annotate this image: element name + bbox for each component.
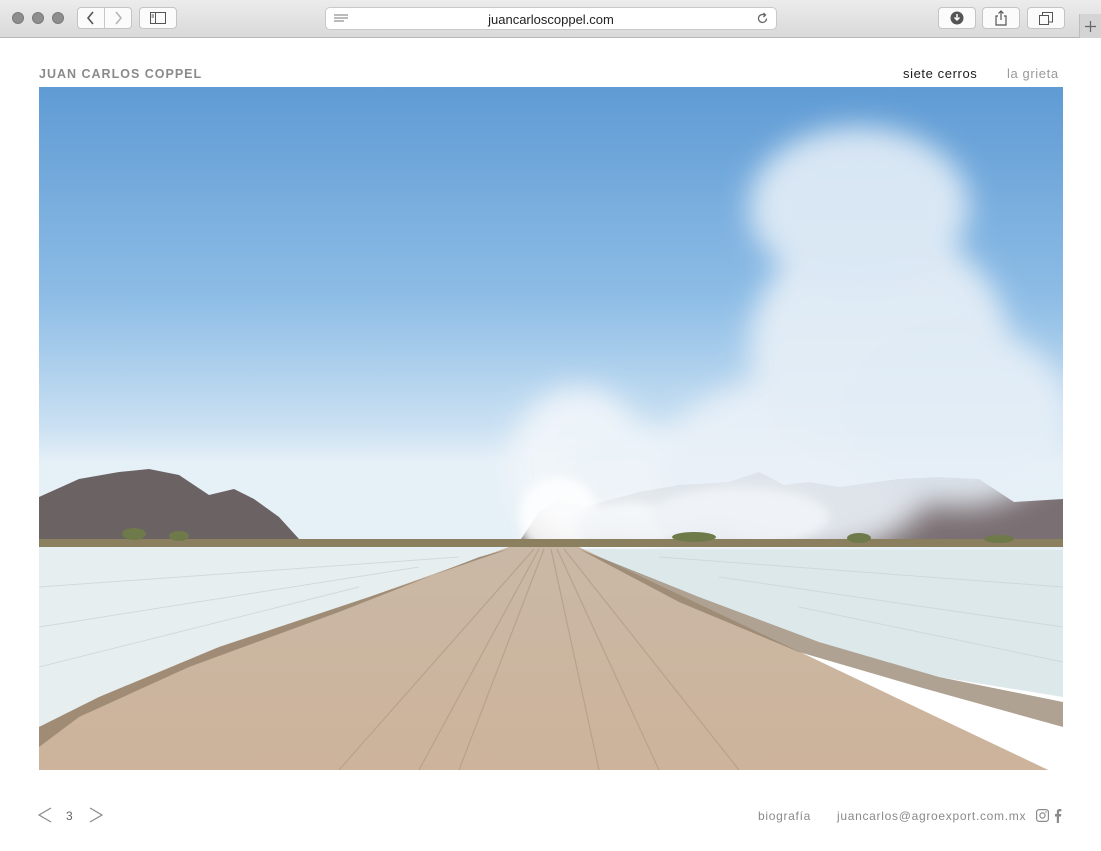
share-button[interactable] <box>982 7 1020 29</box>
plus-icon <box>1085 20 1096 32</box>
reload-icon[interactable] <box>756 12 769 25</box>
nav-link-siete-cerros[interactable]: siete cerros <box>903 66 977 81</box>
previous-image-button[interactable] <box>37 806 53 824</box>
new-tab-button[interactable] <box>1079 14 1101 38</box>
zoom-window-button[interactable] <box>52 12 64 24</box>
chevron-left-icon <box>86 11 94 25</box>
gallery-photo[interactable] <box>39 87 1063 770</box>
tabs-overview-icon <box>1039 11 1053 25</box>
downloads-button[interactable] <box>938 7 976 29</box>
chevron-right-icon <box>115 11 123 25</box>
url-text[interactable]: juancarloscoppel.com <box>326 12 776 27</box>
facebook-icon[interactable] <box>1054 808 1062 823</box>
sidebar-toggle-button[interactable] <box>139 7 177 29</box>
show-all-tabs-button[interactable] <box>1027 7 1065 29</box>
sidebar-icon <box>150 12 166 24</box>
email-link[interactable]: juancarlos@agroexport.com.mx <box>837 809 1026 823</box>
nav-link-la-grieta[interactable]: la grieta <box>1007 66 1059 81</box>
minimize-window-button[interactable] <box>32 12 44 24</box>
close-window-button[interactable] <box>12 12 24 24</box>
forward-button[interactable] <box>104 8 131 28</box>
back-button[interactable] <box>78 8 104 28</box>
instagram-icon[interactable] <box>1036 809 1049 822</box>
browser-toolbar: juancarloscoppel.com <box>0 0 1101 38</box>
download-icon <box>950 11 964 25</box>
biography-link[interactable]: biografía <box>758 809 811 823</box>
share-icon <box>995 10 1007 26</box>
next-image-button[interactable] <box>88 806 104 824</box>
page-number: 3 <box>66 809 73 823</box>
site-title[interactable]: JUAN CARLOS COPPEL <box>39 67 202 81</box>
address-bar[interactable]: juancarloscoppel.com <box>325 7 777 30</box>
history-navigation <box>77 7 132 29</box>
